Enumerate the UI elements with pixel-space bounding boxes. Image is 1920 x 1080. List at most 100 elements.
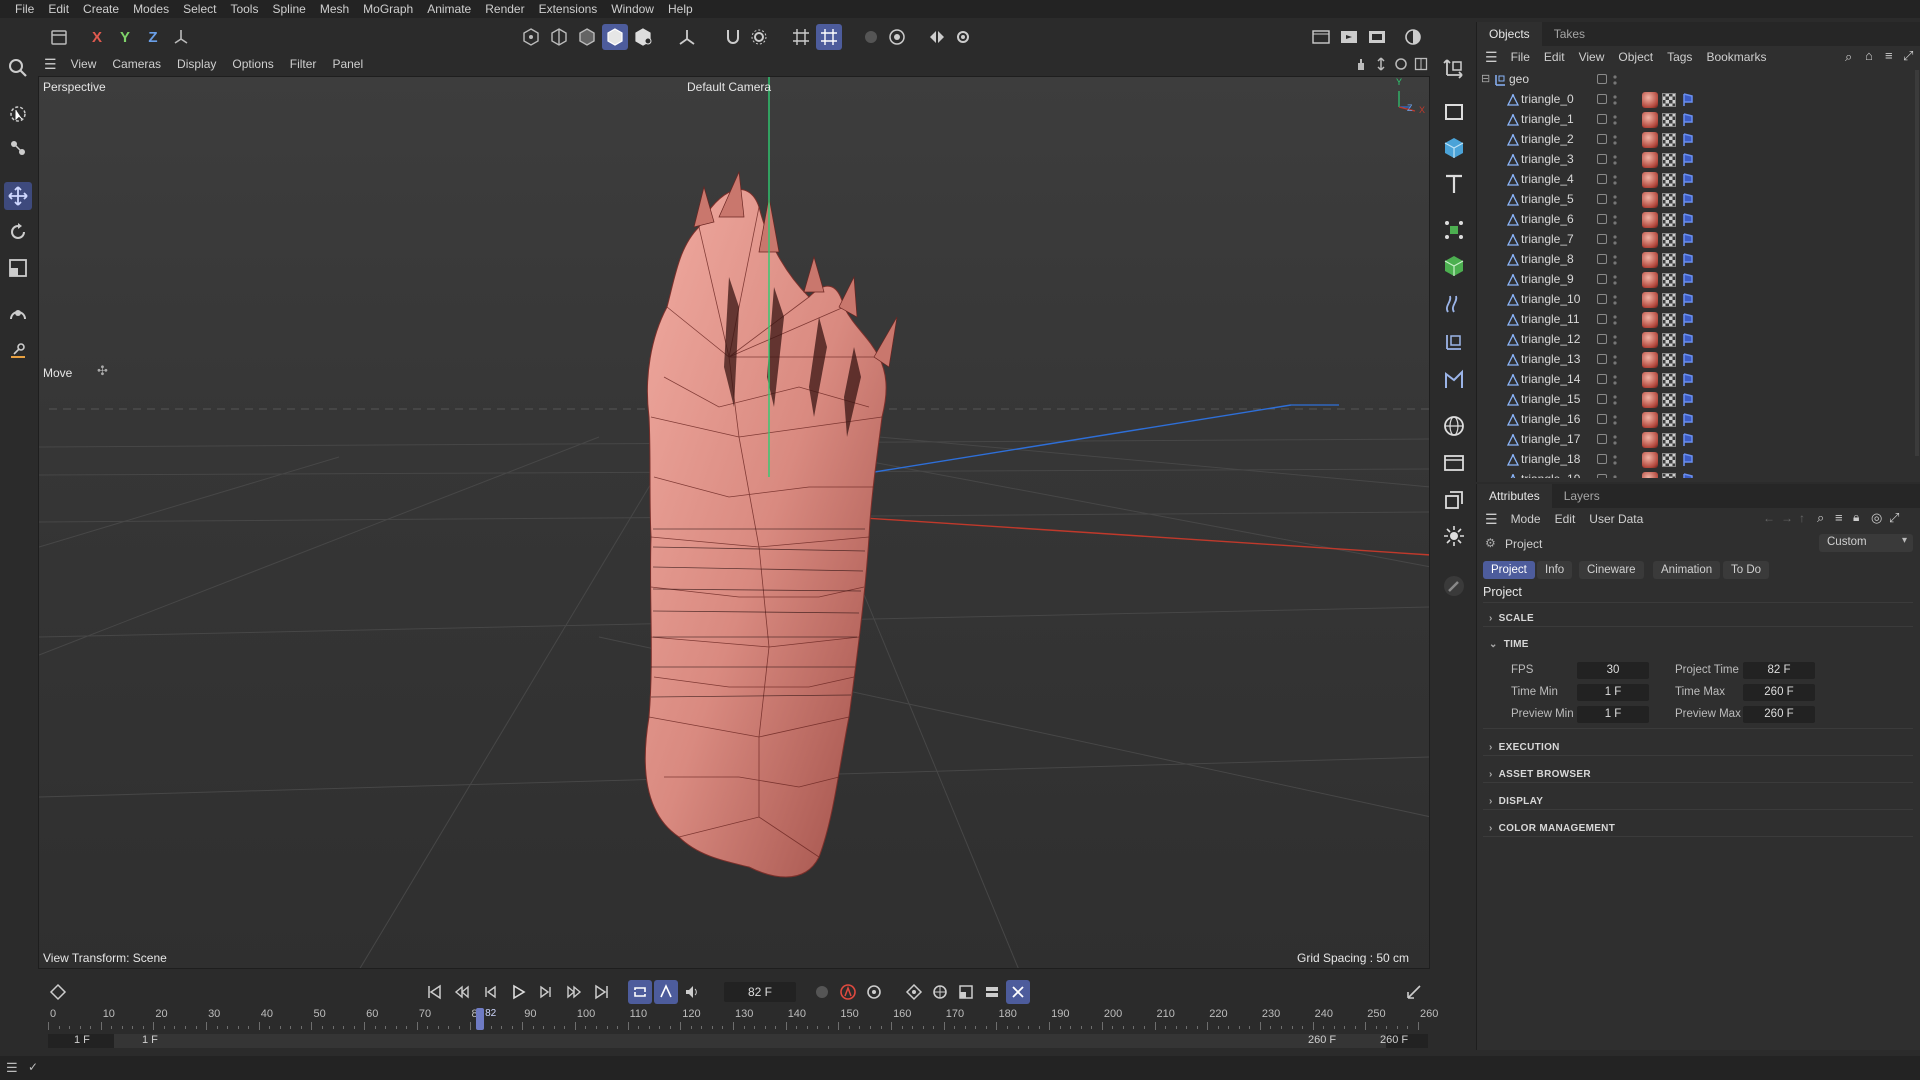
section-time[interactable]: ⌄ TIME <box>1489 639 1529 650</box>
subtab-info[interactable]: Info <box>1537 561 1573 579</box>
editor-render-dots-icon[interactable] <box>1613 273 1617 287</box>
preview-max-field[interactable]: 260 F <box>1743 706 1815 723</box>
objects-menu-tags[interactable]: Tags <box>1660 50 1699 64</box>
collapse-icon[interactable]: ⊟ <box>1481 72 1490 85</box>
object-row[interactable]: triangle_11 <box>1477 310 1920 330</box>
menu-window[interactable]: Window <box>604 0 661 18</box>
preset-dropdown[interactable]: Custom ▾ <box>1819 534 1913 552</box>
visibility-checkbox[interactable] <box>1597 174 1607 184</box>
selection-tag-icon[interactable] <box>1682 153 1694 167</box>
selection-tag-icon[interactable] <box>1682 433 1694 447</box>
viewport-menu-filter[interactable]: Filter <box>282 57 325 71</box>
render-queue-icon[interactable] <box>1364 24 1390 50</box>
axis-mode-icon[interactable] <box>674 24 700 50</box>
editor-render-dots-icon[interactable] <box>1613 193 1617 207</box>
object-row[interactable]: triangle_1 <box>1477 110 1920 130</box>
uvw-tag-icon[interactable] <box>1662 273 1676 287</box>
selection-tag-icon[interactable] <box>1682 373 1694 387</box>
section-color-management[interactable]: › COLOR MANAGEMENT <box>1489 823 1615 834</box>
material-tag-icon[interactable] <box>1642 452 1658 468</box>
editor-render-dots-icon[interactable] <box>1613 413 1617 427</box>
3d-viewport[interactable]: Perspective Default Camera Move ✣ View T… <box>38 76 1430 969</box>
playhead[interactable] <box>476 1008 485 1030</box>
coordinate-system-icon[interactable] <box>168 24 194 50</box>
uvw-tag-icon[interactable] <box>1662 193 1676 207</box>
solo-icon[interactable] <box>858 24 884 50</box>
menu-tools[interactable]: Tools <box>223 0 265 18</box>
selection-tag-icon[interactable] <box>1682 413 1694 427</box>
objects-home-icon[interactable]: ⌂ <box>1865 48 1873 63</box>
cloner-icon[interactable] <box>1440 216 1468 244</box>
uvw-tag-icon[interactable] <box>1662 413 1676 427</box>
object-row[interactable]: triangle_2 <box>1477 130 1920 150</box>
orbit-icon[interactable] <box>1394 57 1408 71</box>
tab-objects[interactable]: Objects <box>1477 22 1542 46</box>
uvw-tag-icon[interactable] <box>1662 153 1676 167</box>
object-row[interactable]: triangle_0 <box>1477 90 1920 110</box>
attributes-expand-icon[interactable]: ⤢ <box>1889 510 1899 526</box>
selection-tag-icon[interactable] <box>1682 293 1694 307</box>
measure-icon[interactable] <box>4 336 32 364</box>
objects-menu-edit[interactable]: Edit <box>1537 50 1572 64</box>
visibility-checkbox[interactable] <box>1597 114 1607 124</box>
material-tag-icon[interactable] <box>1642 232 1658 248</box>
objects-menu-file[interactable]: File <box>1504 50 1537 64</box>
render-object-icon[interactable] <box>1440 486 1468 514</box>
editor-render-dots-icon[interactable] <box>1613 333 1617 347</box>
render-view-icon[interactable] <box>1336 24 1362 50</box>
cube-primitive-icon[interactable] <box>1440 134 1468 162</box>
menu-mograph[interactable]: MoGraph <box>356 0 420 18</box>
visibility-checkbox[interactable] <box>1597 334 1607 344</box>
object-row[interactable]: triangle_10 <box>1477 290 1920 310</box>
status-menu-icon[interactable]: ☰ <box>6 1060 18 1076</box>
section-execution[interactable]: › EXECUTION <box>1489 742 1560 753</box>
uvw-tag-icon[interactable] <box>1662 313 1676 327</box>
object-row-root[interactable]: ⊟ geo <box>1477 70 1920 90</box>
menu-animate[interactable]: Animate <box>420 0 478 18</box>
editor-render-dots-icon[interactable] <box>1613 133 1617 147</box>
editor-render-dots-icon[interactable] <box>1613 153 1617 167</box>
visibility-checkbox[interactable] <box>1597 274 1607 284</box>
target-icon[interactable]: ◎ <box>1871 510 1882 526</box>
menu-edit[interactable]: Edit <box>41 0 76 18</box>
edges-mode-icon[interactable] <box>546 24 572 50</box>
selection-tag-icon[interactable] <box>1682 473 1694 478</box>
material-tag-icon[interactable] <box>1642 272 1658 288</box>
selection-icon[interactable] <box>4 100 32 128</box>
workplane-icon[interactable] <box>788 24 814 50</box>
material-tag-icon[interactable] <box>1642 412 1658 428</box>
attributes-filter-icon[interactable]: ≡ <box>1835 510 1843 525</box>
editor-render-dots-icon[interactable] <box>1613 253 1617 267</box>
material-tag-icon[interactable] <box>1642 332 1658 348</box>
selection-tag-icon[interactable] <box>1682 393 1694 407</box>
snap-settings-icon[interactable] <box>746 24 772 50</box>
viewport-camera-label[interactable]: Default Camera <box>687 80 771 94</box>
object-row[interactable]: triangle_3 <box>1477 150 1920 170</box>
object-row[interactable]: triangle_17 <box>1477 430 1920 450</box>
uvw-tag-icon[interactable] <box>1662 233 1676 247</box>
uvw-tag-icon[interactable] <box>1662 373 1676 387</box>
visibility-checkbox[interactable] <box>1597 234 1607 244</box>
uvw-tag-icon[interactable] <box>1662 173 1676 187</box>
selection-tag-icon[interactable] <box>1682 253 1694 267</box>
lock-icon[interactable]: 🔒︎ <box>1853 510 1859 525</box>
selection-tag-icon[interactable] <box>1682 333 1694 347</box>
object-row[interactable]: triangle_8 <box>1477 250 1920 270</box>
viewport-menu-options[interactable]: Options <box>224 57 281 71</box>
generator-icon[interactable] <box>1440 366 1468 394</box>
selection-tag-icon[interactable] <box>1682 93 1694 107</box>
material-tag-icon[interactable] <box>1642 372 1658 388</box>
menu-file[interactable]: File <box>8 0 41 18</box>
field-icon[interactable] <box>1440 328 1468 356</box>
visibility-checkbox[interactable] <box>1597 214 1607 224</box>
material-tag-icon[interactable] <box>1642 212 1658 228</box>
uvw-tag-icon[interactable] <box>1662 293 1676 307</box>
object-row[interactable]: triangle_13 <box>1477 350 1920 370</box>
menu-create[interactable]: Create <box>76 0 126 18</box>
light-icon[interactable] <box>1440 522 1468 550</box>
editor-render-dots-icon[interactable] <box>1613 393 1617 407</box>
tab-takes[interactable]: Takes <box>1542 22 1597 46</box>
subtab-project[interactable]: Project <box>1483 561 1535 579</box>
time-max-field[interactable]: 260 F <box>1743 684 1815 701</box>
object-row[interactable]: triangle_15 <box>1477 390 1920 410</box>
